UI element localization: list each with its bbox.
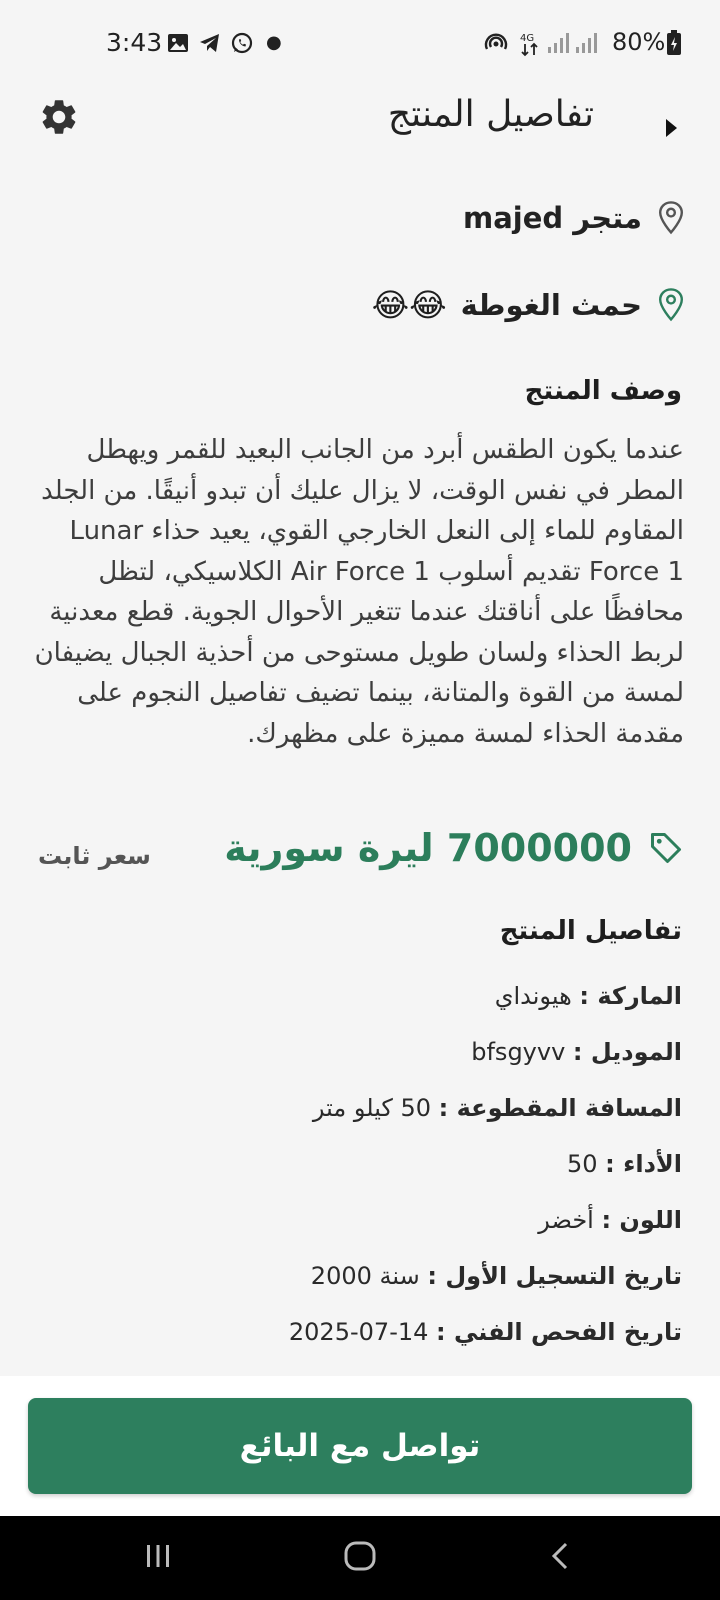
spec-value: bfsgyvv xyxy=(471,1038,566,1066)
location-pin-green-icon xyxy=(658,288,684,322)
back-button[interactable] xyxy=(656,108,686,148)
spec-value: أخضر xyxy=(538,1206,594,1234)
spec-value: هيونداي xyxy=(494,982,572,1010)
status-bar: 3:43 ● 4G 80% xyxy=(0,0,720,88)
signal-icon xyxy=(548,33,569,53)
laughing-emoji: 😂😂 xyxy=(371,286,447,324)
svg-text:4G: 4G xyxy=(520,33,534,44)
description-title: وصف المنتج xyxy=(524,376,682,406)
price-tag-icon xyxy=(651,833,681,863)
play-arrow-icon xyxy=(666,119,677,137)
spec-value: سنة 2000 xyxy=(310,1262,420,1290)
store-name: متجر majed xyxy=(463,201,642,235)
page-title: تفاصيل المنتج xyxy=(387,94,594,135)
spec-label: الأداء : xyxy=(605,1150,682,1178)
spec-label: المسافة المقطوعة : xyxy=(438,1094,682,1122)
back-nav-icon[interactable] xyxy=(548,1540,572,1572)
gallery-icon xyxy=(168,34,188,52)
gear-icon xyxy=(42,100,76,134)
battery-level: 80% xyxy=(612,28,666,56)
spec-value: 50 xyxy=(566,1150,598,1178)
spec-color: اللون : أخضر xyxy=(538,1206,682,1234)
location-row: حمث الغوطة 😂😂 xyxy=(372,286,686,324)
store-location: حمث الغوطة xyxy=(460,288,642,322)
notification-dot-icon: ● xyxy=(266,32,282,53)
spec-value: 50 كيلو متر xyxy=(312,1094,432,1122)
spec-brand: الماركة : هيونداي xyxy=(495,982,682,1010)
hotspot-icon xyxy=(484,33,508,50)
telegram-icon xyxy=(200,34,219,52)
price-type: سعر ثابت xyxy=(38,842,151,870)
price-row: 7000000 ليرة سورية xyxy=(224,826,684,870)
spec-inspection-date: تاريخ الفحص الفني : 14-07-2025 xyxy=(289,1318,682,1346)
details-title: تفاصيل المنتج xyxy=(499,916,682,946)
system-nav-bar xyxy=(0,1516,720,1600)
spec-label: الموديل : xyxy=(572,1038,682,1066)
contact-seller-button[interactable]: تواصل مع البائع xyxy=(28,1398,692,1494)
spec-value: 14-07-2025 xyxy=(288,1318,429,1346)
spec-registration-date: تاريخ التسجيل الأول : سنة 2000 xyxy=(311,1262,682,1290)
status-time: 3:43 xyxy=(106,28,163,57)
price-value: 7000000 ليرة سورية xyxy=(224,826,632,870)
spec-label: الماركة : xyxy=(579,982,682,1010)
signal-2-icon xyxy=(576,33,597,53)
spec-performance: الأداء : 50 xyxy=(567,1150,682,1178)
bottom-action-bar: تواصل مع البائع xyxy=(0,1376,720,1516)
description-text: عندما يكون الطقس أبرد من الجانب البعيد ل… xyxy=(34,435,684,749)
recent-apps-icon[interactable] xyxy=(142,1540,174,1572)
store-row[interactable]: متجر majed xyxy=(463,200,686,236)
spec-label: تاريخ الفحص الفني : xyxy=(436,1318,682,1346)
battery-icon xyxy=(667,30,681,55)
whatsapp-icon xyxy=(231,32,253,54)
spec-model: الموديل : bfsgyvv xyxy=(471,1038,682,1066)
contact-seller-label: تواصل مع البائع xyxy=(239,1428,481,1464)
spec-label: اللون : xyxy=(601,1206,682,1234)
home-icon[interactable] xyxy=(342,1540,378,1572)
location-pin-icon xyxy=(658,201,684,235)
settings-button[interactable] xyxy=(38,96,84,142)
app-header: تفاصيل المنتج xyxy=(0,88,720,188)
spec-mileage: المسافة المقطوعة : 50 كيلو متر xyxy=(313,1094,682,1122)
data-4g-icon: 4G xyxy=(520,33,538,57)
spec-label: تاريخ التسجيل الأول : xyxy=(427,1262,682,1290)
